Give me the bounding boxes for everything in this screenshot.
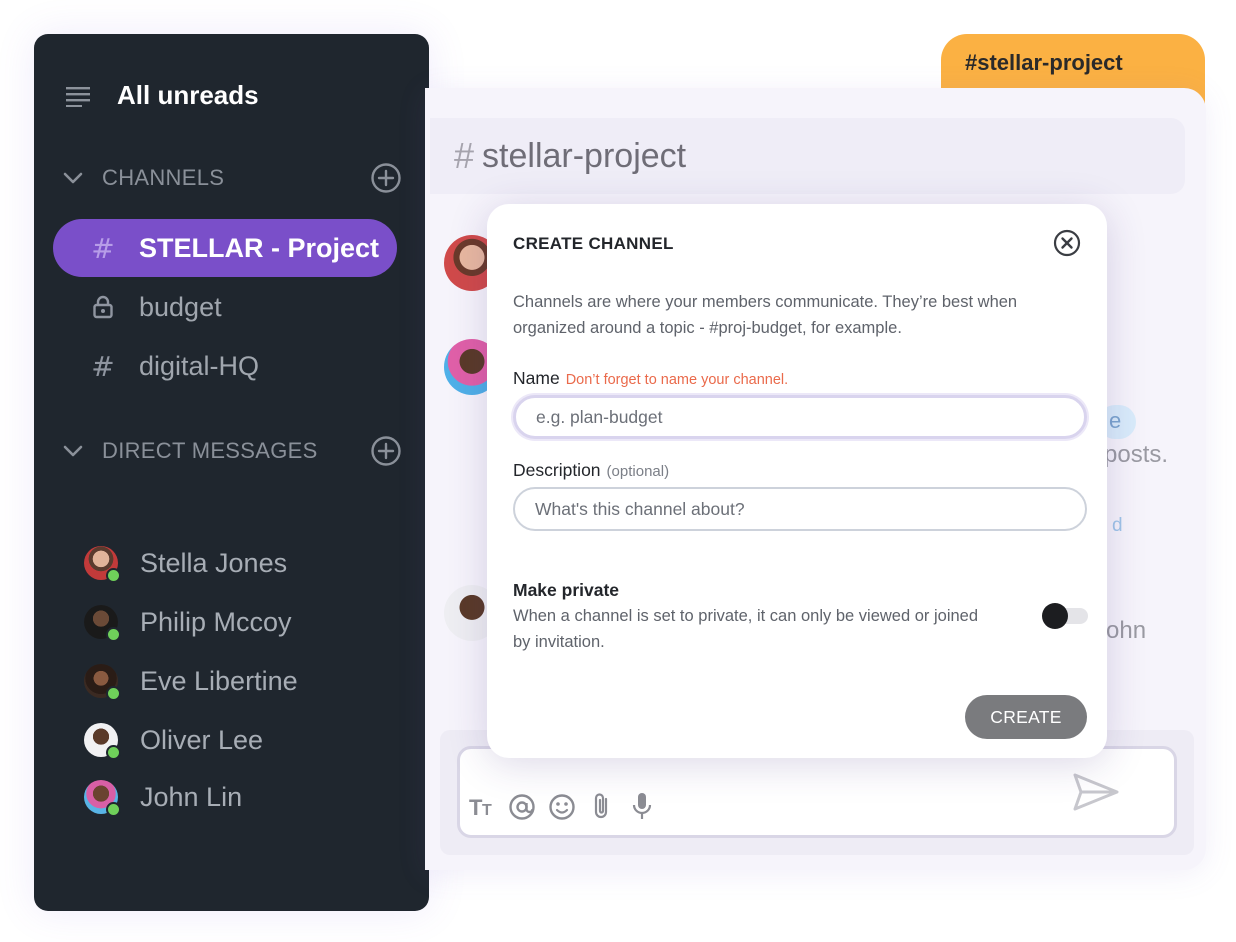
message-link-fragment[interactable]: d	[1112, 515, 1123, 537]
dm-item-philip-mccoy[interactable]: Philip Mccoy	[84, 605, 292, 642]
dm-item-john-lin[interactable]: John Lin	[84, 780, 243, 817]
dm-section-header[interactable]: DIRECT MESSAGES	[62, 435, 402, 467]
create-channel-modal: CREATE CHANNEL Channels are where your m…	[487, 204, 1107, 758]
add-dm-icon[interactable]	[370, 435, 402, 467]
channel-item-budget[interactable]: budget	[53, 278, 397, 336]
online-status-icon	[106, 745, 121, 760]
hash-icon: #	[91, 231, 115, 265]
dm-name: John Lin	[140, 781, 243, 812]
lock-icon	[91, 294, 115, 320]
hash-icon: #	[91, 349, 115, 383]
avatar	[84, 546, 121, 583]
toggle-knob	[1042, 603, 1068, 629]
sidebar: All unreads CHANNELS # STELLAR - Project…	[34, 34, 429, 911]
avatar	[84, 664, 121, 701]
attachment-icon[interactable]	[588, 791, 616, 821]
make-private-description: When a channel is set to private, it can…	[513, 607, 979, 651]
svg-text:T: T	[469, 795, 483, 820]
sidebar-title: All unreads	[117, 80, 259, 110]
svg-text:T: T	[482, 802, 492, 819]
channel-label: budget	[139, 291, 222, 322]
channel-label: STELLAR - Project	[139, 232, 380, 263]
dm-item-stella-jones[interactable]: Stella Jones	[84, 546, 288, 583]
chevron-down-icon[interactable]	[62, 440, 84, 462]
message-text-fragment: ohn	[1106, 617, 1147, 644]
channel-label: digital-HQ	[139, 350, 260, 381]
create-button[interactable]: CREATE	[965, 695, 1087, 739]
dm-name: Eve Libertine	[140, 665, 298, 696]
dm-name: Stella Jones	[140, 547, 288, 578]
online-status-icon	[106, 686, 121, 701]
description-label-row: Description (optional)	[513, 460, 669, 481]
avatar	[84, 605, 121, 642]
dm-name: Philip Mccoy	[140, 606, 292, 637]
add-channel-icon[interactable]	[370, 162, 402, 194]
name-warning: Don’t forget to name your channel.	[565, 372, 789, 388]
optional-label: (optional)	[606, 463, 670, 480]
channel-header: # stellar-project	[430, 118, 1185, 194]
menu-icon[interactable]	[66, 85, 92, 107]
modal-description: Channels are where your members communic…	[513, 293, 1018, 337]
channel-name-input[interactable]	[513, 395, 1087, 439]
chevron-down-icon[interactable]	[62, 167, 84, 189]
name-label: Name	[513, 368, 560, 388]
dm-name: Oliver Lee	[140, 724, 264, 755]
channel-title: stellar-project	[482, 136, 687, 175]
send-icon[interactable]	[1072, 772, 1120, 812]
hash-icon: #	[454, 135, 475, 176]
modal-title: CREATE CHANNEL	[513, 234, 674, 253]
channel-description-input[interactable]	[513, 487, 1087, 531]
make-private-toggle[interactable]	[1040, 603, 1088, 629]
make-private-title: Make private	[513, 580, 620, 600]
online-status-icon	[106, 568, 121, 583]
channel-item-stellar-project[interactable]: # STELLAR - Project	[53, 219, 397, 277]
avatar	[84, 780, 121, 817]
close-icon[interactable]	[1052, 228, 1082, 258]
text-format-icon[interactable]: T T	[469, 791, 497, 821]
channels-label: CHANNELS	[102, 165, 225, 190]
microphone-icon[interactable]	[628, 791, 656, 821]
name-label-row: Name Don’t forget to name your channel.	[513, 368, 788, 389]
dm-item-eve-libertine[interactable]: Eve Libertine	[84, 664, 298, 701]
channel-item-digital-hq[interactable]: # digital-HQ	[53, 337, 397, 395]
message-text-fragment: posts.	[1104, 441, 1169, 468]
mention-icon[interactable]	[508, 791, 536, 821]
description-label: Description	[513, 460, 601, 480]
dm-item-oliver-lee[interactable]: Oliver Lee	[84, 723, 264, 760]
online-status-icon	[106, 627, 121, 642]
channels-section-header[interactable]: CHANNELS	[62, 162, 402, 194]
avatar	[84, 723, 121, 760]
dm-label: DIRECT MESSAGES	[102, 438, 318, 463]
online-status-icon	[106, 802, 121, 817]
emoji-icon[interactable]	[548, 791, 576, 821]
sidebar-header[interactable]: All unreads	[66, 80, 259, 111]
